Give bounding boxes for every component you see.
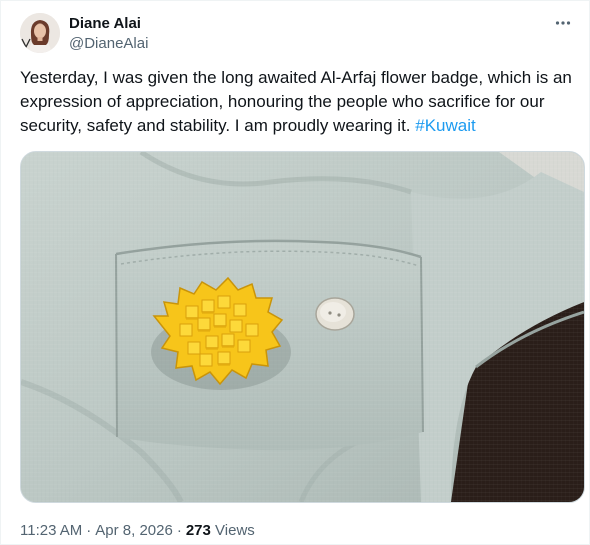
more-options-button[interactable] xyxy=(551,11,575,35)
author-info: Diane Alai @DianeAlai xyxy=(69,14,148,53)
avatar-image xyxy=(20,13,60,53)
views-label: Views xyxy=(215,522,255,539)
author-handle[interactable]: @DianeAlai xyxy=(69,34,148,53)
tweet-meta: 11:23 AM · Apr 8, 2026 · 273 Views xyxy=(20,521,255,540)
more-horizontal-icon xyxy=(555,21,571,25)
tweet-media-photo[interactable] xyxy=(20,151,585,503)
meta-separator: · xyxy=(86,522,92,539)
avatar[interactable] xyxy=(20,13,60,53)
tweet-date[interactable]: Apr 8, 2026 xyxy=(95,522,173,539)
tweet-card: Diane Alai @DianeAlai Yesterday, I was g… xyxy=(0,0,590,545)
tweet-body: Yesterday, I was given the long awaited … xyxy=(20,68,572,135)
tweet-time[interactable]: 11:23 AM xyxy=(20,522,82,539)
author-display-name[interactable]: Diane Alai xyxy=(69,14,148,33)
meta-separator: · xyxy=(176,522,182,539)
views-count: 273 xyxy=(185,522,211,539)
photo-badge-on-shirt xyxy=(21,152,584,502)
hashtag-link[interactable]: #Kuwait xyxy=(415,116,475,135)
tweet-text: Yesterday, I was given the long awaited … xyxy=(20,66,575,138)
